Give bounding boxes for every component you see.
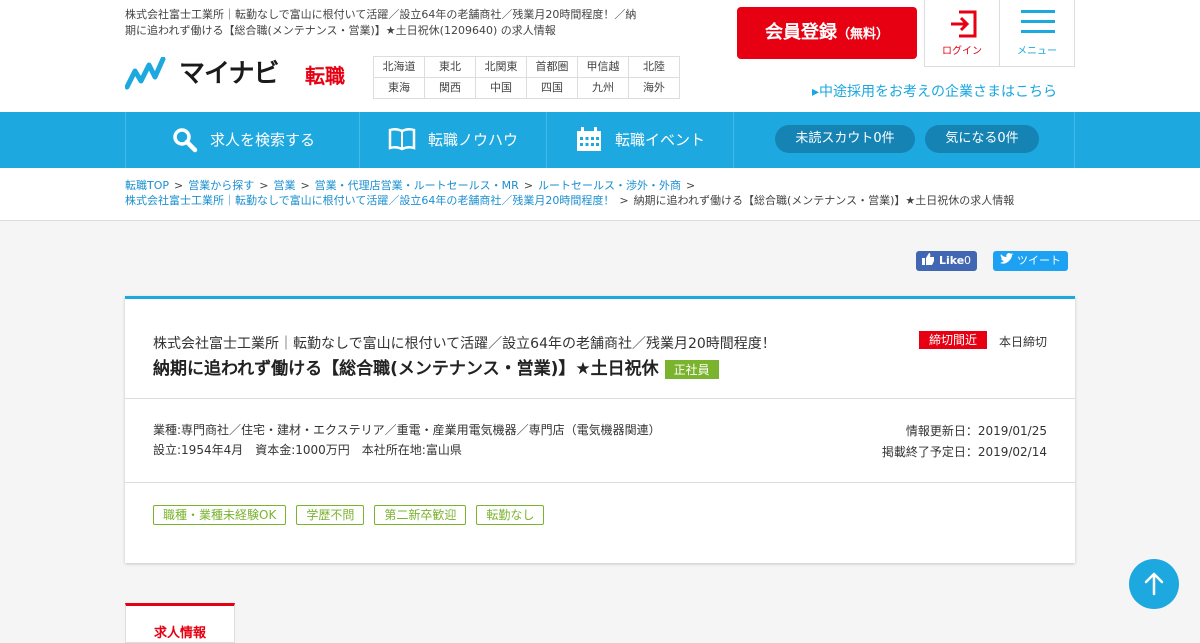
book-icon xyxy=(388,127,416,151)
job-tags: 職種・業種未経験OK 学歴不問 第二新卒歓迎 転勤なし xyxy=(153,505,545,525)
thumbs-up-icon xyxy=(922,251,934,271)
job-tag: 第二新卒歓迎 xyxy=(374,505,467,525)
logo-subtitle: 転職 xyxy=(305,64,345,88)
breadcrumb-link[interactable]: 営業・代理店営業・ルートセールス・MR xyxy=(315,179,519,192)
register-button[interactable]: 会員登録（無料） xyxy=(737,7,917,59)
industry-text: 業種:専門商社／住宅・建材・エクステリア／重電・産業用電気機器／専門店（電気機器… xyxy=(153,423,661,437)
update-date: 情報更新日：2019/01/25 xyxy=(905,424,1047,438)
arrow-up-icon xyxy=(1144,572,1164,596)
region-link[interactable]: 中国 xyxy=(476,78,527,99)
facebook-like-button[interactable]: Like 0 xyxy=(916,251,977,271)
job-header: 株式会社富士工業所｜転勤なしで富山に根付いて活躍／設立64年の老舗商社／残業月2… xyxy=(125,299,1075,399)
page-description: 株式会社富士工業所｜転勤なしで富山に根付いて活躍／設立64年の老舗商社／残業月2… xyxy=(125,8,637,37)
breadcrumb-link[interactable]: ルートセールス・渉外・外商 xyxy=(538,179,681,192)
breadcrumb-bar: 転職TOP > 営業から探す > 営業 > 営業・代理店営業・ルートセールス・MR > ルートセ… xyxy=(0,168,1200,221)
job-title-text: 納期に追われず働ける【総合職(メンテナンス・営業)】★土日祝休 xyxy=(153,359,659,379)
breadcrumb-link[interactable]: 転職TOP xyxy=(125,179,169,192)
job-tag: 転勤なし xyxy=(476,505,545,525)
tweet-label: ツイート xyxy=(1017,254,1061,267)
job-tag: 学歴不問 xyxy=(296,505,365,525)
job-title: 納期に追われず働ける【総合職(メンテナンス・営業)】★土日祝休 正社員 xyxy=(153,354,719,379)
tab-job-info[interactable]: 求人情報 xyxy=(125,603,235,643)
site-header: 株式会社富士工業所｜転勤なしで富山に根付いて活躍／設立64年の老舗商社／残業月2… xyxy=(0,0,1200,112)
region-link[interactable]: 首都圏 xyxy=(527,57,578,78)
favorite-button[interactable]: 気になる0件 xyxy=(925,125,1039,153)
site-logo[interactable]: マイナビ 転職 xyxy=(125,57,355,91)
end-date: 掲載終了予定日：2019/02/14 xyxy=(881,445,1047,459)
establishment-text: 設立:1954年4月 資本金:1000万円 本社所在地:富山県 xyxy=(153,443,462,457)
breadcrumb-company-link[interactable]: 株式会社富士工業所｜転勤なしで富山に根付いて活躍／設立64年の老舗商社／残業月2… xyxy=(125,194,614,207)
job-tag: 職種・業種未経験OK xyxy=(153,505,287,525)
region-link[interactable]: 東海 xyxy=(374,78,425,99)
main-nav: 求人を検索する 転職ノウハウ 転職イベント 未読スカウト0件 気になる0件 xyxy=(0,112,1200,168)
login-icon xyxy=(951,10,977,38)
tweet-button[interactable]: ツイート xyxy=(993,251,1068,271)
region-link[interactable]: 北海道 xyxy=(374,57,425,78)
job-summary-card: 株式会社富士工業所｜転勤なしで富山に根付いて活躍／設立64年の老舗商社／残業月2… xyxy=(125,296,1075,563)
menu-label: メニュー xyxy=(1017,46,1057,57)
nav-search[interactable]: 求人を検索する xyxy=(125,112,360,168)
region-link[interactable]: 東北 xyxy=(425,57,476,78)
region-link[interactable]: 九州 xyxy=(578,78,629,99)
nav-event-label: 転職イベント xyxy=(615,131,706,149)
scout-button[interactable]: 未読スカウト0件 xyxy=(775,125,915,153)
breadcrumb-separator: > xyxy=(174,179,184,192)
logo-wordmark: マイナビ xyxy=(179,59,279,89)
hamburger-icon xyxy=(1021,10,1055,33)
calendar-icon xyxy=(577,127,601,151)
region-link[interactable]: 北関東 xyxy=(476,57,527,78)
region-link[interactable]: 甲信越 xyxy=(578,57,629,78)
nav-knowhow-label: 転職ノウハウ xyxy=(428,131,519,149)
menu-button[interactable]: メニュー xyxy=(999,0,1075,67)
breadcrumb-separator: > xyxy=(259,179,269,192)
logo-mark-icon xyxy=(125,57,166,90)
company-info: 業種:専門商社／住宅・建材・エクステリア／重電・産業用電気機器／専門店（電気機器… xyxy=(125,400,1075,483)
twitter-bird-icon xyxy=(1000,251,1014,271)
company-name: 株式会社富士工業所｜転勤なしで富山に根付いて活躍／設立64年の老舗商社／残業月2… xyxy=(153,336,776,352)
breadcrumb-link[interactable]: 営業から探す xyxy=(188,179,254,192)
breadcrumb-separator: > xyxy=(619,194,629,207)
region-grid: 北海道 東北 北関東 首都圏 甲信越 北陸 東海 関西 中国 四国 九州 海外 xyxy=(373,56,680,99)
register-sub: （無料） xyxy=(836,27,889,42)
deadline-badge: 締切間近 xyxy=(919,331,988,349)
nav-search-label: 求人を検索する xyxy=(210,131,316,149)
employment-type-badge: 正社員 xyxy=(664,359,719,379)
region-link[interactable]: 関西 xyxy=(425,78,476,99)
login-label: ログイン xyxy=(942,46,982,57)
like-count: 0 xyxy=(964,254,971,267)
breadcrumb-link[interactable]: 営業 xyxy=(273,179,295,192)
nav-event[interactable]: 転職イベント xyxy=(546,112,734,168)
region-link[interactable]: 四国 xyxy=(527,78,578,99)
breadcrumb-current: 納期に追われず働ける【総合職(メンテナンス・営業)】★土日祝休の求人情報 xyxy=(633,194,1015,207)
deadline-text: 本日締切 xyxy=(999,335,1048,349)
breadcrumb-separator: > xyxy=(686,179,696,192)
login-button[interactable]: ログイン xyxy=(924,0,1000,67)
breadcrumb: 転職TOP > 営業から探す > 営業 > 営業・代理店営業・ルートセールス・MR > ルートセ… xyxy=(125,178,1085,208)
nav-knowhow[interactable]: 転職ノウハウ xyxy=(359,112,547,168)
breadcrumb-separator: > xyxy=(523,179,534,192)
like-label: Like xyxy=(939,254,965,267)
register-label: 会員登録 xyxy=(764,22,837,43)
scroll-to-top-button[interactable] xyxy=(1129,559,1179,609)
nav-user-area: 未読スカウト0件 気になる0件 xyxy=(733,112,1075,168)
search-icon xyxy=(173,128,198,153)
region-link[interactable]: 海外 xyxy=(629,78,680,99)
corporate-link[interactable]: ▸中途採用をお考えの企業さまはこちら xyxy=(812,81,1057,101)
breadcrumb-separator: > xyxy=(300,179,310,192)
region-link[interactable]: 北陸 xyxy=(629,57,680,78)
